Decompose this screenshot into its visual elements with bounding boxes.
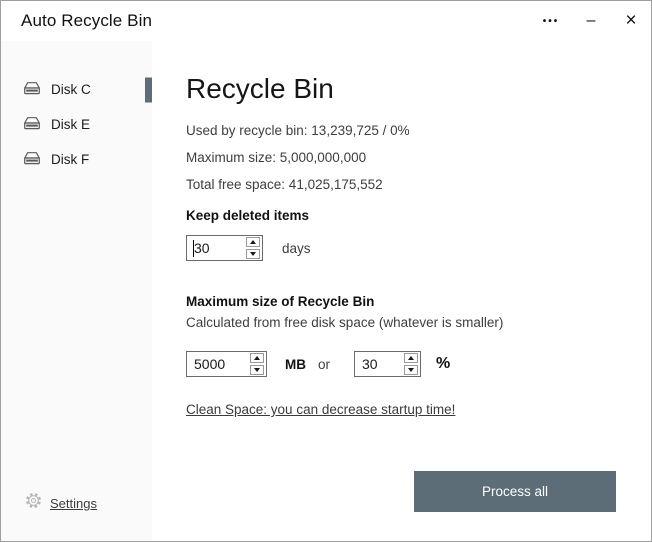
window-title: Auto Recycle Bin: [21, 11, 152, 31]
stat-max-size: Maximum size: 5,000,000,000: [186, 144, 651, 171]
spinner-buttons: [245, 236, 262, 260]
keep-days-row: days: [186, 235, 651, 261]
sidebar-item-disk-e[interactable]: Disk E: [1, 107, 152, 142]
keep-deleted-items-label: Keep deleted items: [186, 207, 651, 224]
hard-drive-icon: [23, 81, 41, 99]
close-icon[interactable]: ×: [611, 1, 651, 41]
stat-free-space: Total free space: 41,025,175,552: [186, 171, 651, 198]
window-controls: ••• – ×: [531, 1, 651, 41]
spin-down-icon[interactable]: [246, 249, 260, 259]
spin-up-icon[interactable]: [404, 353, 418, 363]
days-input[interactable]: [187, 236, 245, 260]
max-size-label: Maximum size of Recycle Bin: [186, 293, 651, 310]
clean-space-link[interactable]: Clean Space: you can decrease startup ti…: [186, 402, 455, 417]
text-caret: [193, 240, 194, 257]
mb-input[interactable]: [187, 352, 249, 376]
max-size-row: MB or %: [186, 351, 651, 377]
process-all-button[interactable]: Process all: [414, 471, 616, 512]
sidebar-item-label: Disk C: [51, 82, 91, 97]
days-spinner: [186, 235, 263, 261]
main-panel: Recycle Bin Used by recycle bin: 13,239,…: [152, 41, 651, 541]
settings-link[interactable]: Settings: [50, 496, 97, 511]
selection-indicator: [145, 77, 152, 102]
percent-unit-label: %: [436, 355, 450, 373]
minimize-icon[interactable]: –: [571, 1, 611, 41]
app-window: Auto Recycle Bin ••• – × Disk C: [0, 0, 652, 542]
page-title: Recycle Bin: [186, 73, 651, 105]
sidebar-item-label: Disk F: [51, 152, 89, 167]
spin-down-icon[interactable]: [404, 365, 418, 375]
mb-unit-label: MB: [285, 357, 306, 372]
spin-up-icon[interactable]: [246, 237, 260, 247]
stat-used: Used by recycle bin: 13,239,725 / 0%: [186, 117, 651, 144]
spinner-buttons: [403, 352, 420, 376]
sidebar-item-label: Disk E: [51, 117, 90, 132]
mb-spinner: [186, 351, 267, 377]
or-label: or: [318, 357, 330, 372]
percent-spinner: [354, 351, 421, 377]
disk-list: Disk C Disk E: [1, 41, 152, 177]
menu-dots-icon[interactable]: •••: [531, 1, 571, 41]
hard-drive-icon: [23, 116, 41, 134]
spin-up-icon[interactable]: [250, 353, 264, 363]
gear-icon: [25, 492, 42, 514]
sidebar-item-disk-c[interactable]: Disk C: [1, 72, 152, 107]
settings-row: Settings: [25, 492, 97, 514]
hard-drive-icon: [23, 151, 41, 169]
max-size-subtitle: Calculated from free disk space (whateve…: [186, 313, 651, 333]
spin-down-icon[interactable]: [250, 365, 264, 375]
sidebar: Disk C Disk E: [1, 41, 152, 541]
days-unit-label: days: [282, 241, 311, 256]
percent-input[interactable]: [355, 352, 403, 376]
sidebar-item-disk-f[interactable]: Disk F: [1, 142, 152, 177]
spinner-buttons: [249, 352, 266, 376]
titlebar: Auto Recycle Bin ••• – ×: [1, 1, 651, 41]
